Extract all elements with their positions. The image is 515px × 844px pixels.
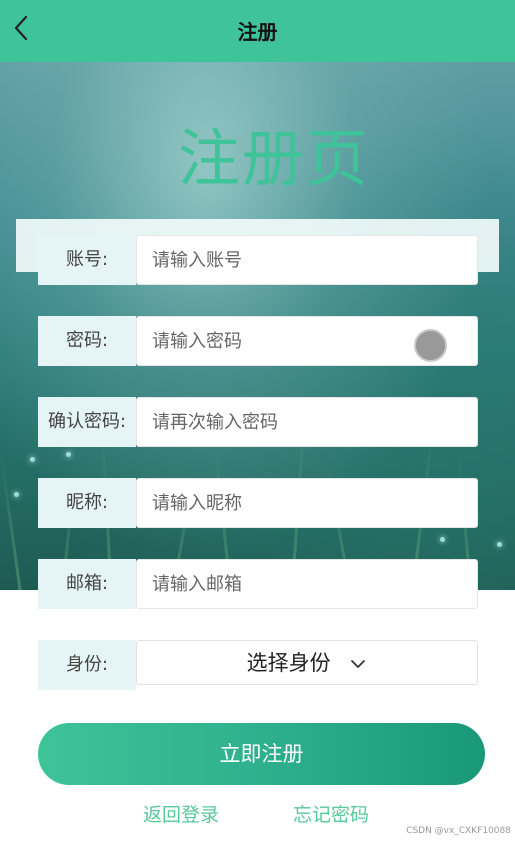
password-field-wrapper (136, 316, 478, 366)
confirm-password-field-wrapper (136, 397, 478, 447)
nickname-row: 昵称: (38, 478, 478, 528)
role-select-value: 选择身份 (246, 651, 331, 675)
email-input[interactable] (137, 560, 477, 608)
account-input[interactable] (137, 236, 477, 284)
page-title: 注册页 (177, 122, 370, 195)
register-page: 注册 注册页 账号: 密码: 确认密码: 昵称: 邮箱: (0, 0, 515, 844)
account-row: 账号: (38, 235, 478, 285)
register-submit-button[interactable]: 立即注册 (38, 723, 485, 785)
role-row: 身份: 选择身份 (38, 640, 478, 690)
email-row: 邮箱: (38, 559, 478, 609)
header-bar: 注册 (0, 0, 515, 62)
nickname-input[interactable] (137, 479, 477, 527)
nickname-field-wrapper (136, 478, 478, 528)
password-label: 密码: (38, 316, 136, 366)
role-label: 身份: (38, 640, 136, 690)
forgot-password-link[interactable]: 忘记密码 (293, 800, 369, 827)
chevron-left-icon[interactable] (8, 14, 36, 42)
email-field-wrapper (136, 559, 478, 609)
email-label: 邮箱: (38, 559, 136, 609)
back-to-login-link[interactable]: 返回登录 (143, 800, 219, 827)
confirm-password-row: 确认密码: (38, 397, 478, 447)
account-field-wrapper (136, 235, 478, 285)
visibility-toggle-icon[interactable] (414, 329, 447, 362)
role-select[interactable]: 选择身份 (136, 640, 478, 685)
confirm-password-input[interactable] (137, 398, 477, 446)
password-row: 密码: (38, 316, 478, 366)
nickname-label: 昵称: (38, 478, 136, 528)
account-label: 账号: (38, 235, 136, 285)
watermark-text: CSDN @vx_CXKF10088 (406, 826, 511, 836)
chevron-down-icon (351, 660, 366, 668)
confirm-password-label: 确认密码: (38, 397, 136, 447)
header-title: 注册 (237, 20, 278, 44)
